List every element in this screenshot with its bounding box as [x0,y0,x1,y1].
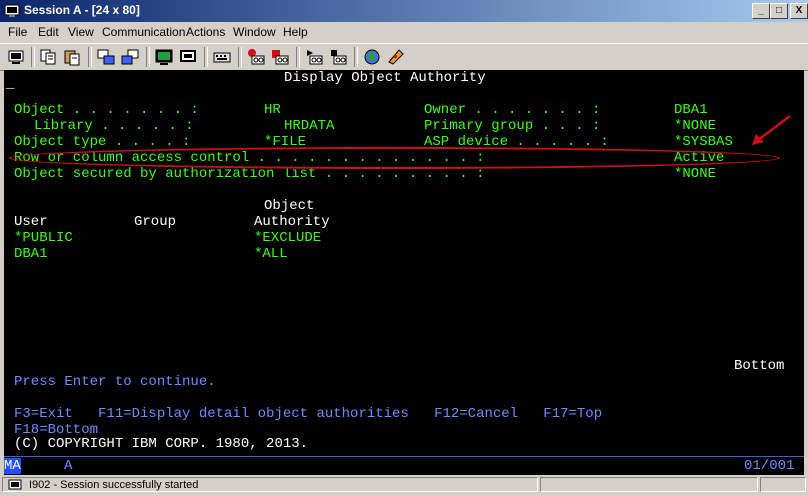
keyboard-icon[interactable] [212,47,232,67]
macro-icon[interactable] [178,47,198,67]
library-value: HRDATA [284,118,335,134]
annotation-arrow-icon [752,115,791,145]
receive-icon[interactable] [120,47,140,67]
toolbar [0,43,808,71]
row-authority: *ALL [254,246,288,262]
send-icon[interactable] [96,47,116,67]
row-user[interactable]: DBA1 [14,246,48,262]
object-label: Object . . . . . . . : [14,102,199,118]
owner-label: Owner . . . . . . . : [424,102,601,118]
record-macro-icon[interactable] [246,47,266,67]
status-bar: I902 - Session successfully started [0,475,808,496]
auth-list-value: *NONE [674,166,717,182]
row-authority: *EXCLUDE [254,230,322,246]
column-header-user: User [14,214,48,230]
session-app-icon [4,4,20,17]
terminal-screen[interactable]: Display Object Authority _ Object . . . … [4,70,804,456]
menu-window[interactable]: Window [233,25,276,39]
column-header-group: Group [134,214,177,230]
continue-prompt: Press Enter to continue. [14,374,216,390]
column-header-authority: Authority [254,214,330,230]
stop-macro-icon[interactable] [304,47,324,67]
menu-bar: File Edit View Communication Actions Win… [0,22,808,42]
screen-title: Display Object Authority [284,70,486,86]
function-keys-line1[interactable]: F3=Exit F11=Display detail object author… [14,406,602,422]
print-screen-icon[interactable] [6,47,26,67]
maximize-button[interactable]: □ [770,3,788,19]
bottom-marker: Bottom [734,358,785,374]
row-user[interactable]: *PUBLIC [14,230,73,246]
status-session-icon [8,479,22,490]
object-value: HR [264,102,281,118]
cursor: _ [6,76,15,92]
menu-communication[interactable]: Communication [102,25,185,39]
primary-group-label: Primary group . . . : [424,118,601,134]
operator-info-area: MA A 01/001 [4,456,804,475]
oia-field: A [64,458,73,474]
status-pane [760,477,806,492]
display-icon[interactable] [154,47,174,67]
web-icon[interactable] [362,47,382,67]
play-macro-icon[interactable] [270,47,290,67]
status-pane [540,477,758,492]
menu-help[interactable]: Help [283,25,308,39]
window-title-bar[interactable]: Session A - [24 x 80] _ □ X [0,0,808,22]
copyright: (C) COPYRIGHT IBM CORP. 1980, 2013. [14,436,309,452]
highlight-oval [9,147,780,169]
oia-mode: MA [4,458,21,474]
asp-device-value: *SYSBAS [674,134,733,150]
window-title: Session A - [24 x 80] [24,3,140,17]
primary-group-value: *NONE [674,118,717,134]
menu-view[interactable]: View [68,25,94,39]
menu-edit[interactable]: Edit [38,25,59,39]
copy-icon[interactable] [38,47,58,67]
owner-value: DBA1 [674,102,708,118]
paste-icon[interactable] [62,47,82,67]
object-type-label: Object type . . . . : [14,134,191,150]
column-header-object: Object [264,198,315,214]
status-message-text: I902 - Session successfully started [29,479,199,491]
menu-actions[interactable]: Actions [186,25,225,39]
status-message: I902 - Session successfully started [2,477,538,492]
library-label: Library . . . . . : [34,118,194,134]
minimize-button[interactable]: _ [752,3,770,19]
help-icon[interactable] [386,47,406,67]
run-icon[interactable] [328,47,348,67]
oia-cursor-position: 01/001 [744,458,795,474]
menu-file[interactable]: File [8,25,27,39]
close-button[interactable]: X [790,3,808,19]
